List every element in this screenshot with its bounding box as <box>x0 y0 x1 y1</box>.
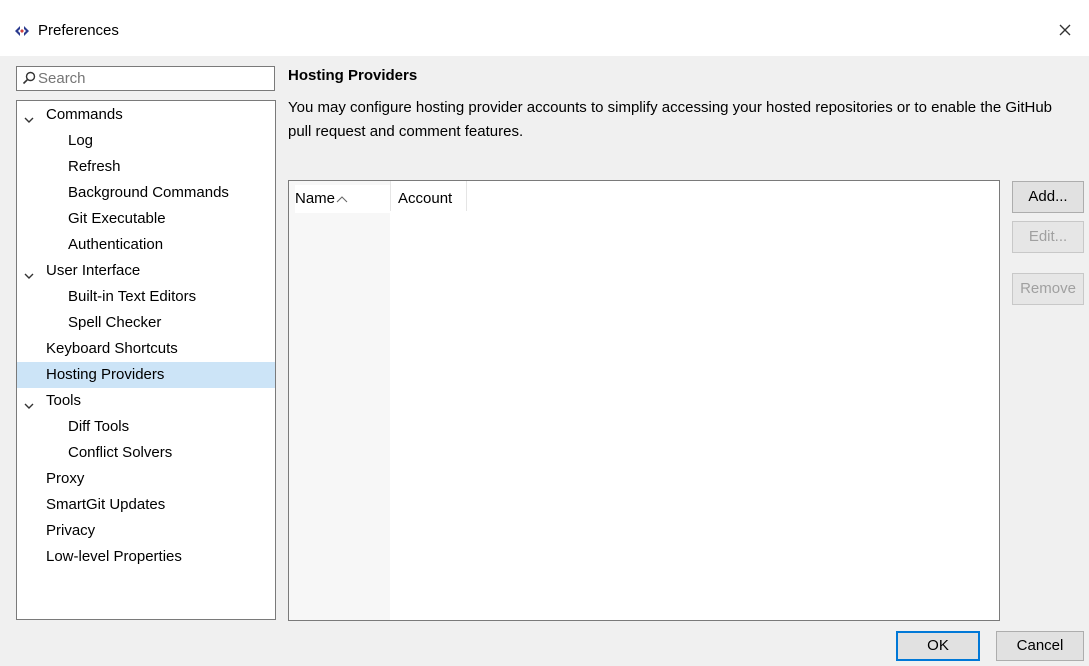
preferences-tree[interactable]: Commands Log Refresh Background Commands Git… <box>16 100 276 620</box>
edit-button[interactable]: Edit... <box>1012 221 1084 253</box>
cancel-button[interactable]: Cancel <box>996 631 1084 661</box>
tree-item-label: SmartGit Updates <box>46 496 166 513</box>
remove-button[interactable]: Remove <box>1012 273 1084 305</box>
tree-item-label: Authentication <box>68 236 164 253</box>
column-divider[interactable] <box>466 181 467 211</box>
search-icon <box>22 71 36 89</box>
window-title: Preferences <box>38 22 119 39</box>
hosting-providers-table[interactable]: Name Account <box>288 180 1000 621</box>
tree-item-label: User Interface <box>46 262 141 279</box>
tree-item[interactable]: Conflict Solvers <box>17 440 275 466</box>
chevron-down-icon[interactable] <box>23 265 35 279</box>
column-header-account[interactable]: Account <box>392 185 466 213</box>
tree-item-label: Log <box>68 132 94 149</box>
chevron-down-icon[interactable] <box>23 395 35 409</box>
tree-item[interactable]: Git Executable <box>17 206 275 232</box>
column-header-name-label: Name <box>295 190 336 207</box>
tree-item[interactable]: Low-level Properties <box>17 544 275 570</box>
tree-item[interactable]: Diff Tools <box>17 414 275 440</box>
tree-item-label: Commands <box>46 106 123 123</box>
tree-item-label: Hosting Providers <box>46 366 165 383</box>
tree-item[interactable]: Commands <box>17 102 275 128</box>
tree-item-label: Low-level Properties <box>46 548 182 565</box>
tree-item[interactable]: Log <box>17 128 275 154</box>
tree-item[interactable]: Built-in Text Editors <box>17 284 275 310</box>
tree-item[interactable]: User Interface <box>17 258 275 284</box>
tree-item[interactable]: Tools <box>17 388 275 414</box>
tree-item-label: Background Commands <box>68 184 229 201</box>
sort-ascending-icon <box>335 185 349 203</box>
tree-item[interactable]: Keyboard Shortcuts <box>17 336 275 362</box>
tree-item-label: Conflict Solvers <box>68 444 173 461</box>
tree-item[interactable]: Privacy <box>17 518 275 544</box>
tree-item-label: Proxy <box>46 470 85 487</box>
tree-item-label: Spell Checker <box>68 314 162 331</box>
column-header-account-label: Account <box>398 190 453 207</box>
page-title: Hosting Providers <box>288 67 418 84</box>
tree-item[interactable]: Hosting Providers <box>17 362 275 388</box>
tree-item-label: Keyboard Shortcuts <box>46 340 178 357</box>
title-bar: Preferences <box>0 0 1089 56</box>
tree-item-label: Built-in Text Editors <box>68 288 197 305</box>
tree-item[interactable]: Proxy <box>17 466 275 492</box>
name-column-area <box>289 181 390 620</box>
search-field[interactable] <box>16 66 275 91</box>
tree-item[interactable]: Refresh <box>17 154 275 180</box>
add-button[interactable]: Add... <box>1012 181 1084 213</box>
column-header-name[interactable]: Name <box>295 185 390 213</box>
page-description: You may configure hosting provider accou… <box>288 99 1053 140</box>
ok-button[interactable]: OK <box>896 631 980 661</box>
smartgit-icon <box>14 24 30 38</box>
tree-item[interactable]: Authentication <box>17 232 275 258</box>
chevron-down-icon[interactable] <box>23 109 35 123</box>
column-divider[interactable] <box>390 181 391 211</box>
tree-item[interactable]: Spell Checker <box>17 310 275 336</box>
search-input[interactable] <box>38 69 268 88</box>
tree-item[interactable]: SmartGit Updates <box>17 492 275 518</box>
tree-item[interactable]: Background Commands <box>17 180 275 206</box>
tree-item-label: Diff Tools <box>68 418 130 435</box>
tree-item-label: Git Executable <box>68 210 166 227</box>
tree-item-label: Tools <box>46 392 82 409</box>
tree-item-label: Privacy <box>46 522 96 539</box>
tree-item-label: Refresh <box>68 158 121 175</box>
close-icon[interactable] <box>1051 16 1079 44</box>
